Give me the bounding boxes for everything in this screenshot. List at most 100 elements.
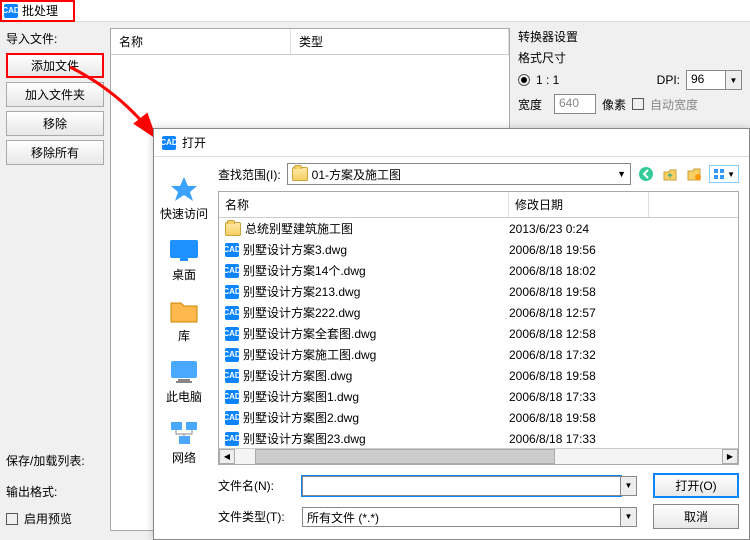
look-in-combo[interactable]: 01-方案及施工图 ▼: [287, 163, 631, 185]
px-label: 像素: [602, 96, 626, 113]
file-name: 别墅设计方案222.dwg: [243, 304, 360, 321]
filetype-drop[interactable]: ▼: [621, 507, 637, 527]
width-input[interactable]: 640: [554, 94, 596, 114]
file-date: 2006/8/18 19:58: [509, 411, 649, 425]
auto-width-checkbox[interactable]: [632, 98, 644, 110]
window-title: 批处理: [22, 2, 58, 19]
cad-icon: CAD: [225, 306, 239, 320]
dpi-input[interactable]: 96: [686, 70, 726, 90]
cad-icon: CAD: [225, 369, 239, 383]
file-name: 别墅设计方案3.dwg: [243, 241, 347, 258]
file-col-name[interactable]: 名称: [219, 192, 509, 217]
place-desktop[interactable]: 桌面: [168, 236, 200, 283]
cad-icon: CAD: [225, 285, 239, 299]
file-row[interactable]: CAD 别墅设计方案图23.dwg 2006/8/18 17:33: [219, 428, 738, 448]
cad-icon: CAD: [225, 327, 239, 341]
file-name: 别墅设计方案图1.dwg: [243, 388, 359, 405]
file-row[interactable]: CAD 别墅设计方案全套图.dwg 2006/8/18 12:58: [219, 323, 738, 344]
file-name: 别墅设计方案213.dwg: [243, 283, 360, 300]
file-date: 2006/8/18 19:58: [509, 285, 649, 299]
file-col-date[interactable]: 修改日期: [509, 192, 649, 217]
place-network[interactable]: 网络: [168, 419, 200, 466]
remove-all-button[interactable]: 移除所有: [6, 140, 104, 165]
open-button[interactable]: 打开(O): [653, 473, 739, 498]
dpi-label: DPI:: [657, 73, 680, 87]
enable-preview-checkbox[interactable]: [6, 513, 18, 525]
ratio-radio[interactable]: [518, 74, 530, 86]
cad-icon: CAD: [225, 411, 239, 425]
file-date: 2006/8/18 12:57: [509, 306, 649, 320]
auto-width-label: 自动宽度: [650, 96, 698, 113]
ratio-label: 1 : 1: [536, 73, 559, 87]
file-open-dialog: CAD 打开 快速访问 桌面 库 此电脑 网络: [153, 128, 750, 540]
dialog-icon: CAD: [162, 136, 176, 150]
cad-icon: CAD: [225, 432, 239, 446]
filename-drop[interactable]: ▼: [621, 476, 637, 496]
new-folder-icon[interactable]: [685, 165, 703, 183]
cancel-button[interactable]: 取消: [653, 504, 739, 529]
format-size-label: 格式尺寸: [518, 49, 742, 66]
folder-icon: [225, 222, 241, 236]
file-row[interactable]: CAD 别墅设计方案222.dwg 2006/8/18 12:57: [219, 302, 738, 323]
file-name: 别墅设计方案施工图.dwg: [243, 346, 376, 363]
add-folder-button[interactable]: 加入文件夹: [6, 82, 104, 107]
file-name: 别墅设计方案14个.dwg: [243, 262, 366, 279]
file-row[interactable]: CAD别墅设计方案施工图.dwg2006/8/18 17:32: [219, 344, 738, 365]
file-name: 总统别墅建筑施工图: [245, 220, 353, 237]
file-name: 别墅设计方案全套图.dwg: [243, 325, 376, 342]
place-quick[interactable]: 快速访问: [160, 175, 208, 222]
file-date: 2013/6/23 0:24: [509, 222, 649, 236]
enable-preview-label: 启用预览: [24, 510, 72, 527]
chevron-down-icon: ▼: [617, 169, 626, 179]
view-mode-button[interactable]: ▼: [709, 165, 739, 183]
file-row[interactable]: CAD别墅设计方案图1.dwg2006/8/18 17:33: [219, 386, 738, 407]
file-date: 2006/8/18 19:56: [509, 243, 649, 257]
app-icon: CAD: [4, 4, 18, 18]
file-date: 2006/8/18 17:32: [509, 348, 649, 362]
left-panel: 导入文件: 添加文件 加入文件夹 移除 移除所有 保存/加载列表: 输出格式: …: [0, 22, 110, 537]
file-row[interactable]: CAD 别墅设计方案图.dwg 2006/8/18 19:58: [219, 365, 738, 386]
col-type[interactable]: 类型: [291, 29, 509, 54]
window-titlebar: CAD 批处理: [0, 0, 750, 22]
width-label: 宽度: [518, 96, 548, 113]
up-icon[interactable]: [661, 165, 679, 183]
remove-button[interactable]: 移除: [6, 111, 104, 136]
file-list: 名称 修改日期 总统别墅建筑施工图 2013/6/23 0:24 CAD 别墅设计方案…: [218, 191, 739, 465]
list-header: 名称 类型: [111, 29, 509, 55]
back-icon[interactable]: [637, 165, 655, 183]
file-row[interactable]: 总统别墅建筑施工图 2013/6/23 0:24: [219, 218, 738, 239]
dpi-dropdown[interactable]: ▼: [726, 70, 742, 90]
file-name: 别墅设计方案图2.dwg: [243, 409, 359, 426]
output-format-label: 输出格式:: [6, 483, 104, 500]
dialog-title: 打开: [182, 134, 206, 151]
places-bar: 快速访问 桌面 库 此电脑 网络: [154, 157, 214, 539]
folder-icon: [292, 167, 308, 181]
look-in-label: 查找范围(I):: [218, 166, 281, 183]
file-row[interactable]: CAD 别墅设计方案3.dwg 2006/8/18 19:56: [219, 239, 738, 260]
file-date: 2006/8/18 17:33: [509, 390, 649, 404]
file-row[interactable]: CAD 别墅设计方案213.dwg 2006/8/18 19:58: [219, 281, 738, 302]
col-name[interactable]: 名称: [111, 29, 291, 54]
file-date: 2006/8/18 12:58: [509, 327, 649, 341]
add-file-button[interactable]: 添加文件: [6, 53, 104, 78]
filename-label: 文件名(N):: [218, 477, 294, 494]
file-row[interactable]: CAD 别墅设计方案图2.dwg 2006/8/18 19:58: [219, 407, 738, 428]
h-scrollbar[interactable]: ◀▶: [219, 448, 738, 464]
dialog-titlebar: CAD 打开: [154, 129, 749, 157]
file-date: 2006/8/18 17:33: [509, 432, 649, 446]
filetype-select[interactable]: 所有文件 (*.*): [302, 507, 621, 527]
cad-icon: CAD: [225, 243, 239, 257]
place-libraries[interactable]: 库: [168, 297, 200, 344]
cad-icon: CAD: [225, 264, 239, 278]
converter-group-title: 转换器设置: [518, 28, 742, 45]
file-date: 2006/8/18 19:58: [509, 369, 649, 383]
filename-input[interactable]: [302, 476, 621, 496]
file-date: 2006/8/18 18:02: [509, 264, 649, 278]
filetype-label: 文件类型(T):: [218, 508, 294, 525]
file-row[interactable]: CAD 别墅设计方案14个.dwg 2006/8/18 18:02: [219, 260, 738, 281]
file-name: 别墅设计方案图.dwg: [243, 367, 352, 384]
save-list-label: 保存/加载列表:: [6, 452, 104, 469]
place-thispc[interactable]: 此电脑: [166, 358, 202, 405]
file-name: 别墅设计方案图23.dwg: [243, 430, 366, 447]
import-label: 导入文件:: [6, 30, 104, 47]
